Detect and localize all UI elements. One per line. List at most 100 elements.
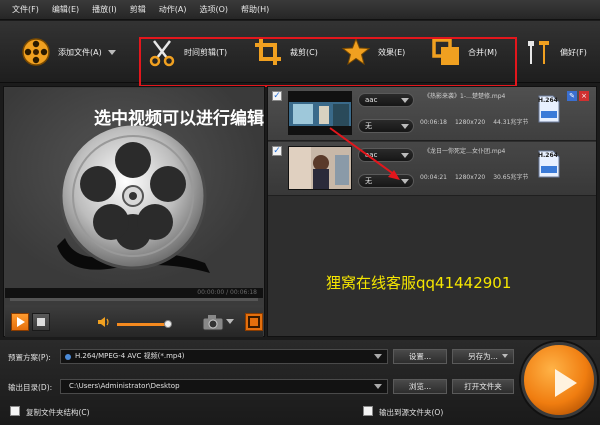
preset-select[interactable]: H.264/MPEG-4 AVC 视频(*.mp4) [60, 349, 388, 364]
audio-track-select[interactable]: aac [358, 148, 414, 162]
menu-edit[interactable]: 编辑(E) [52, 4, 79, 15]
file-duration: 00:06:18 [420, 119, 447, 126]
fullscreen-icon [248, 316, 260, 328]
effect-label: 效果(E) [378, 47, 406, 57]
chevron-down-icon [502, 354, 508, 358]
file-name: 《龙日一你死定…女仆团.mp4 [424, 148, 506, 155]
scissors-icon [146, 36, 178, 68]
video-thumbnail [288, 146, 352, 190]
open-folder-button[interactable]: 打开文件夹 [452, 379, 514, 394]
stop-icon [37, 318, 45, 326]
menu-options[interactable]: 选项(O) [199, 4, 228, 15]
chevron-down-icon[interactable] [107, 49, 116, 55]
star-icon [340, 36, 372, 68]
snapshot-button[interactable] [201, 313, 225, 331]
toolbar: 添加文件(A) 时间剪辑(T) 裁剪(C) 效果(E) 合并(M) 偏好(F) [0, 21, 600, 87]
close-icon[interactable]: × [579, 91, 589, 101]
menu-help[interactable]: 帮助(H) [241, 4, 269, 15]
film-reel-icon [20, 36, 52, 68]
file-size: 44.31兆字节 [493, 119, 529, 126]
subtitle-value: 无 [365, 122, 372, 130]
crop-icon [252, 36, 284, 68]
subtitle-value: 无 [365, 177, 372, 185]
file-list: ✓ aac 无 《热影来袭》1-…楚楚修.mp4 00:06:18 1280x72… [267, 86, 597, 337]
output-dir-value: C:\Users\Administrator\Desktop [69, 382, 180, 390]
preset-label: 预置方案(P): [8, 353, 51, 362]
menu-play[interactable]: 播放(I) [92, 4, 117, 15]
audio-track-select[interactable]: aac [358, 93, 414, 107]
codec-label: H.264 [538, 97, 558, 104]
list-item[interactable]: ✓ aac 无 《热影来袭》1-…楚楚修.mp4 00:06:18 1280x72… [268, 87, 596, 141]
settings-button[interactable]: 设置... [393, 349, 447, 364]
preferences-button[interactable]: 偏好(F) [522, 35, 587, 69]
copy-structure-label: 复制文件夹结构(C) [26, 408, 90, 417]
add-file-label: 添加文件(A) [58, 47, 102, 57]
chevron-down-icon [401, 124, 409, 129]
effect-button[interactable]: 效果(E) [340, 35, 405, 69]
preset-value: H.264/MPEG-4 AVC 视频(*.mp4) [75, 352, 185, 360]
video-thumbnail [288, 91, 352, 135]
watermark-text: 狸窝在线客服qq41442901 [326, 274, 512, 292]
chevron-down-icon [401, 153, 409, 158]
output-to-source-label: 输出到源文件夹(O) [379, 408, 444, 417]
edit-icon[interactable]: ✎ [567, 91, 577, 101]
convert-button[interactable] [521, 342, 597, 418]
play-icon [17, 317, 25, 327]
crop-view-button[interactable] [245, 313, 263, 331]
browse-button[interactable]: 浏览... [393, 379, 447, 394]
file-info: 00:06:18 1280x720 44.31兆字节 [420, 117, 536, 126]
menu-clip[interactable]: 剪辑 [130, 4, 146, 15]
audio-track-value: aac [365, 96, 378, 104]
merge-label: 合并(M) [468, 47, 498, 57]
annotation-text: 选中视频可以进行编辑 [94, 109, 264, 129]
subtitle-select[interactable]: 无 [358, 119, 414, 133]
file-info: 00:04:21 1280x720 30.65兆字节 [420, 172, 536, 181]
output-to-source-checkbox[interactable] [363, 406, 373, 416]
add-file-button[interactable]: 添加文件(A) [20, 35, 116, 69]
save-as-button[interactable]: 另存为... [452, 349, 514, 364]
timecode: 00:00:00 / 00:06:18 [5, 288, 263, 298]
menu-bar: 文件(F) 编辑(E) 播放(I) 剪辑 动作(A) 选项(O) 帮助(H) [0, 0, 600, 20]
play-icon [555, 369, 577, 397]
chevron-down-icon [401, 179, 409, 184]
file-checkbox[interactable]: ✓ [272, 146, 282, 156]
file-resolution: 1280x720 [454, 119, 486, 126]
playback-controls [5, 305, 263, 337]
trim-button[interactable]: 时间剪辑(T) [146, 35, 227, 69]
file-checkbox[interactable]: ✓ [272, 91, 282, 101]
copy-structure-checkbox[interactable] [10, 406, 20, 416]
codec-label: H.264 [538, 152, 558, 159]
volume-slider[interactable] [117, 323, 167, 326]
tools-icon [522, 36, 554, 68]
file-resolution: 1280x720 [454, 174, 486, 181]
chevron-down-icon [374, 354, 382, 359]
merge-icon [430, 36, 462, 68]
menu-file[interactable]: 文件(F) [12, 4, 39, 15]
crop-button[interactable]: 裁剪(C) [252, 35, 318, 69]
crop-label: 裁剪(C) [290, 47, 318, 57]
row-actions: ✎ × [567, 91, 591, 101]
stop-button[interactable] [32, 313, 50, 331]
preferences-label: 偏好(F) [560, 47, 587, 57]
file-name: 《热影来袭》1-…楚楚修.mp4 [424, 93, 506, 100]
chevron-down-icon [401, 98, 409, 103]
file-size: 30.65兆字节 [493, 174, 529, 181]
menu-action[interactable]: 动作(A) [159, 4, 187, 15]
list-item[interactable]: ✓ aac 无 《龙日一你死定…女仆团.mp4 00:04:21 1280x720… [268, 142, 596, 196]
play-button[interactable] [11, 313, 29, 331]
chevron-down-icon[interactable] [226, 319, 234, 324]
output-dir-select[interactable]: C:\Users\Administrator\Desktop [60, 379, 388, 394]
seek-bar[interactable] [10, 298, 258, 301]
output-settings: 预置方案(P): H.264/MPEG-4 AVC 视频(*.mp4) 设置..… [0, 340, 600, 425]
volume-icon[interactable] [97, 315, 111, 329]
subtitle-select[interactable]: 无 [358, 174, 414, 188]
save-as-label: 另存为... [468, 352, 498, 361]
file-duration: 00:04:21 [420, 174, 447, 181]
trim-label: 时间剪辑(T) [184, 47, 228, 57]
camera-icon [202, 315, 224, 331]
chevron-down-icon [374, 384, 382, 389]
volume-knob[interactable] [164, 320, 172, 328]
audio-track-value: aac [365, 151, 378, 159]
merge-button[interactable]: 合并(M) [430, 35, 497, 69]
video-format-icon [65, 354, 71, 360]
